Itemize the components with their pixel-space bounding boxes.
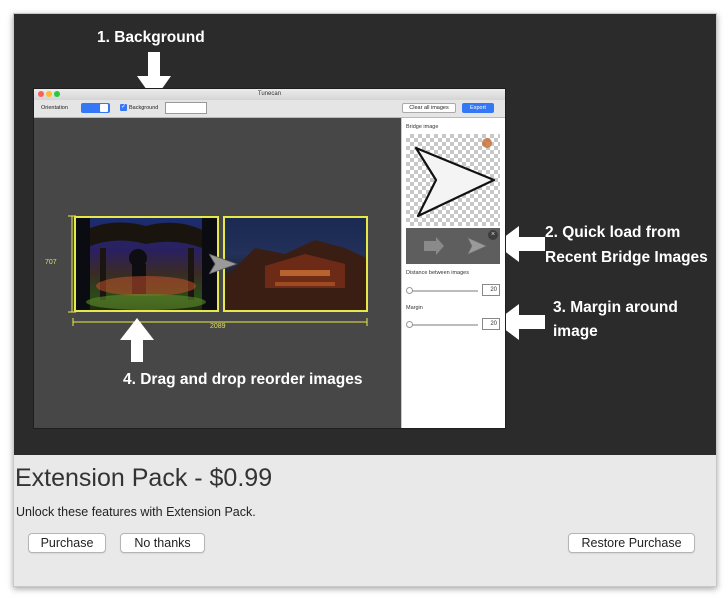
height-dimension-label: 707 (45, 259, 57, 266)
feature-preview-area: 1. Background 2. Quick load from Recent … (14, 14, 716, 455)
window-titlebar: Tunecan (34, 89, 505, 100)
restore-purchase-button[interactable]: Restore Purchase (568, 533, 695, 553)
callout-quick-load-line2: Recent Bridge Images (545, 249, 708, 266)
up-arrow-icon (120, 318, 154, 362)
screenshot-frame: 1. Background 2. Quick load from Recent … (13, 13, 717, 587)
distance-slider[interactable] (406, 287, 478, 294)
app-window: Tunecan Orientation ✓ Background Clear a… (33, 88, 506, 429)
left-photo[interactable] (74, 216, 219, 312)
callout-quick-load-line1: 2. Quick load from (545, 224, 681, 241)
page-subtitle: Unlock these features with Extension Pac… (16, 505, 256, 519)
bridge-arrow-icon (209, 253, 237, 275)
margin-field[interactable]: 20 (482, 318, 500, 330)
distance-label: Distance between images (406, 270, 469, 276)
page-title: Extension Pack - $0.99 (15, 464, 273, 492)
window-toolbar: Orientation ✓ Background Clear all image… (34, 100, 505, 118)
purchase-button[interactable]: Purchase (28, 533, 106, 553)
background-label: Background (129, 105, 159, 111)
orientation-stepper[interactable] (100, 104, 108, 112)
image-canvas[interactable]: 707 2089 4. Drag and drop reorder images (34, 118, 401, 428)
window-title: Tunecan (257, 91, 282, 97)
bridge-image-preview[interactable] (406, 134, 500, 226)
no-thanks-button[interactable]: No thanks (120, 533, 205, 553)
margin-slider-thumb[interactable] (406, 321, 413, 328)
bridge-image-label: Bridge image (406, 124, 439, 130)
remove-icon[interactable] (482, 138, 492, 148)
callout-margin-line2: image (553, 323, 598, 340)
callout-margin-line1: 3. Margin around (553, 299, 678, 316)
background-checkbox[interactable]: ✓ (120, 104, 127, 111)
close-icon[interactable]: × (488, 230, 498, 240)
orientation-label: Orientation (41, 105, 68, 111)
export-button[interactable]: Export (462, 103, 494, 113)
distance-slider-thumb[interactable] (406, 287, 413, 294)
settings-sidebar: Bridge image × Distance between images 2… (401, 118, 505, 428)
orientation-selector[interactable] (81, 103, 110, 113)
margin-slider[interactable] (406, 321, 478, 328)
width-dimension-label: 2089 (210, 323, 226, 330)
right-photo[interactable] (223, 216, 368, 312)
background-color-well[interactable] (165, 102, 207, 114)
callout-background: 1. Background (97, 29, 205, 46)
margin-label: Margin (406, 305, 423, 311)
clear-all-images-button[interactable]: Clear all images (402, 103, 456, 113)
recent-bridge-images[interactable]: × (406, 228, 500, 264)
recent-arrows (424, 237, 487, 255)
photo-scene (76, 218, 217, 310)
photo-scene (225, 240, 366, 310)
distance-field[interactable]: 20 (482, 284, 500, 296)
callout-drag-drop: 4. Drag and drop reorder images (123, 371, 363, 388)
